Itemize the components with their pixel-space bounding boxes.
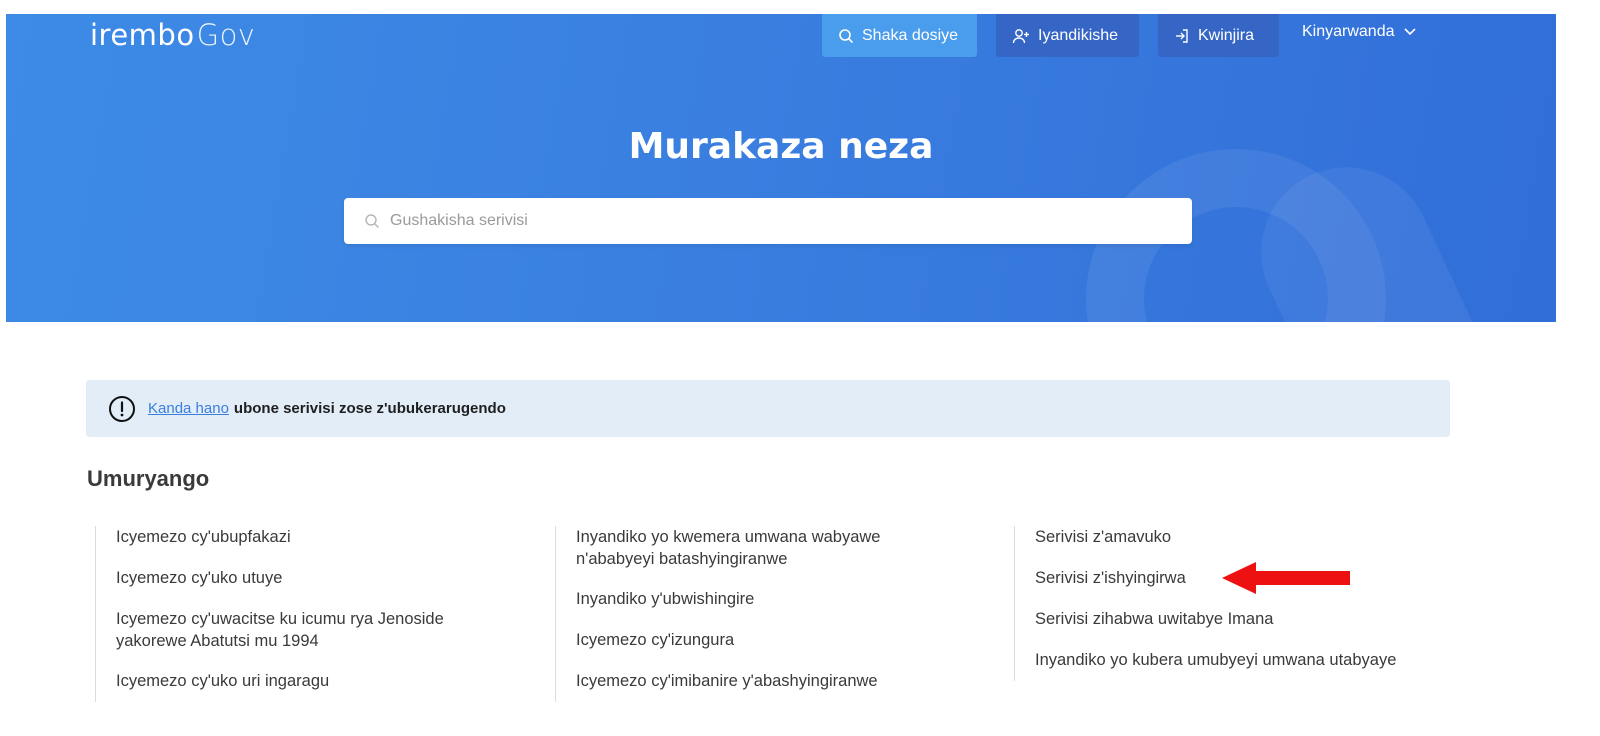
service-link[interactable]: Icyemezo cy'imibanire y'abashyingiranwe — [576, 670, 878, 692]
register-label: Iyandikishe — [1038, 26, 1119, 44]
service-link[interactable]: Icyemezo cy'uwacitse ku icumu rya Jenosi… — [116, 608, 516, 652]
service-link[interactable]: Icyemezo cy'uko uri ingaragu — [116, 670, 329, 692]
search-dossier-button[interactable]: Shaka dosiye — [822, 14, 977, 57]
service-search-input[interactable] — [390, 212, 1150, 230]
language-label: Kinyarwanda — [1302, 22, 1395, 40]
click-here-link[interactable]: Kanda hano — [148, 400, 229, 417]
service-column-3: Serivisi z'amavuko Serivisi z'ishyingirw… — [1014, 526, 1494, 681]
login-label: Kwinjira — [1198, 26, 1255, 44]
service-link[interactable]: Inyandiko y'ubwishingire — [576, 588, 754, 610]
search-dossier-label: Shaka dosiye — [862, 26, 959, 44]
service-link-marriage[interactable]: Serivisi z'ishyingirwa — [1035, 567, 1186, 589]
service-link[interactable]: Inyandiko yo kubera umubyeyi umwana utab… — [1035, 649, 1495, 671]
service-link[interactable]: Icyemezo cy'izungura — [576, 629, 734, 651]
login-icon — [1176, 28, 1188, 43]
language-selector[interactable]: Kinyarwanda — [1286, 14, 1431, 53]
service-link[interactable]: Icyemezo cy'ubupfakazi — [116, 526, 291, 548]
search-icon — [839, 28, 853, 43]
tourism-notice-banner: Kanda hano ubone serivisi zose z'ubukera… — [86, 380, 1450, 437]
logo-sub-text: Gov — [196, 18, 256, 52]
logo-main-text: irembo — [90, 18, 195, 52]
chevron-down-icon — [1403, 27, 1416, 35]
service-link[interactable]: Serivisi z'amavuko — [1035, 526, 1171, 548]
service-search-box[interactable] — [344, 198, 1192, 244]
page-title: Murakaza neza — [628, 126, 934, 167]
search-icon — [365, 214, 379, 228]
register-button[interactable]: Iyandikishe — [996, 14, 1139, 57]
service-link[interactable]: Inyandiko yo kwemera umwana wabyawe n'ab… — [576, 526, 936, 570]
section-title: Umuryango — [87, 466, 210, 491]
service-column-2: Inyandiko yo kwemera umwana wabyawe n'ab… — [555, 526, 995, 702]
login-button[interactable]: Kwinjira — [1158, 14, 1279, 57]
exclamation-circle-icon — [109, 395, 135, 422]
service-column-1: Icyemezo cy'ubupfakazi Icyemezo cy'uko u… — [95, 526, 535, 702]
hero-banner: iremboGov Shaka dosiye Iyandikishe Kwinj… — [6, 14, 1556, 322]
red-arrow-annotation — [1222, 562, 1350, 594]
service-link[interactable]: Icyemezo cy'uko utuye — [116, 567, 282, 589]
add-user-icon — [1012, 28, 1029, 43]
notice-text: ubone serivisi zose z'ubukerarugendo — [233, 400, 506, 417]
irembo-logo[interactable]: iremboGov — [90, 18, 255, 52]
service-link[interactable]: Serivisi zihabwa uwitabye Imana — [1035, 608, 1273, 630]
